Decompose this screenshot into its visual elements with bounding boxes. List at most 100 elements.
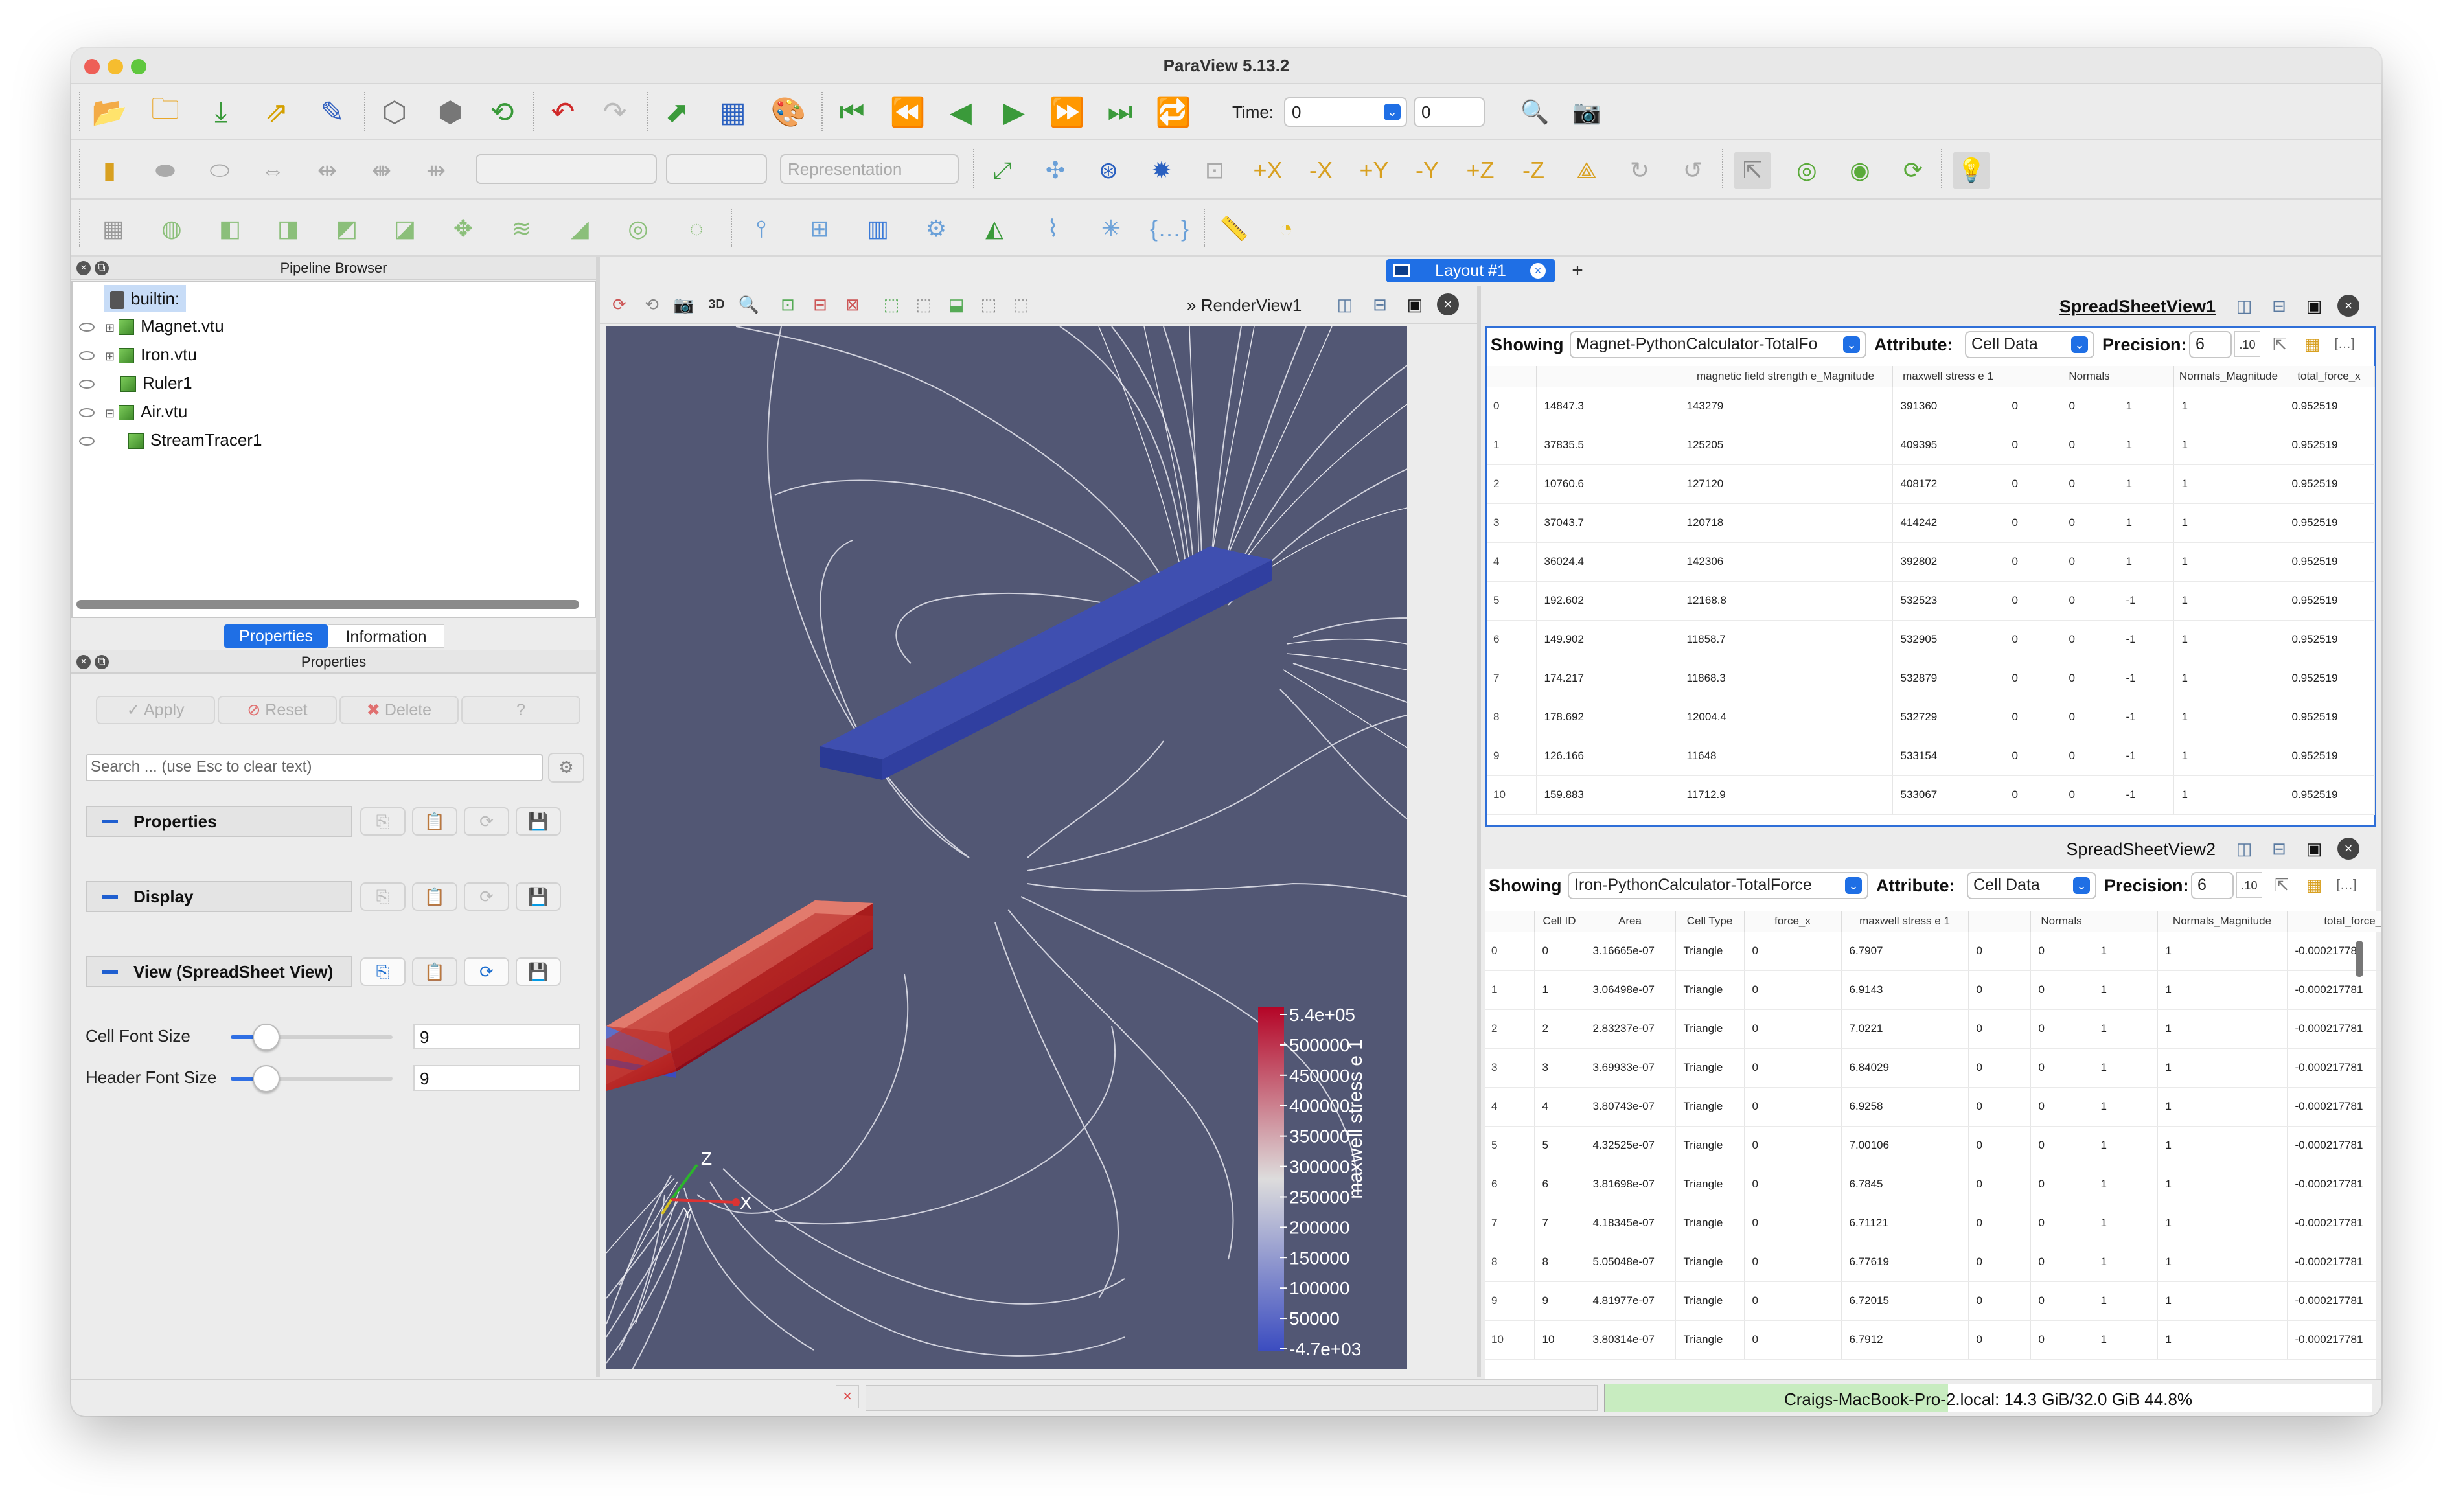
table-row[interactable]: 10 159.883 11712.9 533067 0 0 -1 1 0.952519	[1487, 775, 2375, 815]
restore-defaults-icon[interactable]: ⟳	[464, 882, 509, 911]
table-cell[interactable]: -1	[2118, 737, 2174, 776]
table-cell[interactable]: 0	[2004, 698, 2061, 737]
tab-information[interactable]: Information	[328, 624, 444, 648]
sheet1-attribute-combo[interactable]: Cell Data ⌄	[1965, 331, 2094, 358]
camera-reset-icon[interactable]: ⟲	[639, 292, 665, 317]
isometric-view-icon[interactable]: ⟁	[1568, 152, 1605, 189]
row-index-cell[interactable]: 10	[1487, 775, 1537, 815]
table-cell[interactable]: 6.84029	[1841, 1048, 1969, 1088]
split-horizontal-icon[interactable]: ◫	[2231, 836, 2257, 862]
table-cell[interactable]: 0.952519	[2284, 659, 2375, 698]
column-header[interactable]: maxwell stress e 1	[1892, 366, 2004, 387]
table-cell[interactable]: 3.81698e-07	[1585, 1165, 1676, 1204]
table-cell[interactable]: -0.000217781	[2287, 1009, 2381, 1049]
load-state-icon[interactable]: ⬢	[431, 93, 469, 131]
save-defaults-icon[interactable]: 💾	[516, 957, 561, 986]
column-header[interactable]: maxwell stress e 1	[1841, 911, 1969, 932]
table-cell[interactable]: 14847.3	[1536, 387, 1679, 426]
table-row[interactable]: 0 14847.3 143279 391360 0 0 1 1 0.952519	[1487, 387, 2375, 426]
row-index-cell[interactable]: 0	[1487, 387, 1537, 426]
column-header[interactable]	[2093, 911, 2158, 932]
row-index-cell[interactable]: 9	[1487, 737, 1537, 776]
table-cell[interactable]: 1	[2093, 1009, 2158, 1049]
table-cell[interactable]: 0.952519	[2284, 503, 2375, 543]
delete-button[interactable]: ✖ Delete	[339, 696, 459, 724]
restore-defaults-icon[interactable]: ⟳	[464, 957, 509, 986]
table-cell[interactable]: 174.217	[1536, 659, 1679, 698]
table-cell[interactable]: 1	[2173, 503, 2284, 543]
rescale-visible-icon[interactable]: ⇼	[363, 152, 400, 189]
table-cell[interactable]: 0	[2061, 426, 2118, 465]
column-header[interactable]: total_force_x	[2287, 911, 2381, 932]
row-index-cell[interactable]: 4	[1485, 1087, 1535, 1127]
table-cell[interactable]: 0	[1968, 932, 2031, 971]
show-selected-only-icon[interactable]: ⇱	[2267, 331, 2293, 357]
mesh-quality-icon[interactable]: ✳	[1092, 210, 1130, 247]
copy-properties-icon[interactable]: ⎘	[360, 882, 406, 911]
table-cell[interactable]: 5.05048e-07	[1585, 1243, 1676, 1282]
table-cell[interactable]: Triangle	[1675, 1243, 1745, 1282]
table-cell[interactable]: 1	[2157, 1126, 2288, 1165]
paste-properties-icon[interactable]: 📋	[412, 957, 457, 986]
table-cell[interactable]: 1	[2118, 426, 2174, 465]
play-icon[interactable]: ▶	[995, 93, 1033, 131]
save-state-icon[interactable]: ⬡	[376, 93, 413, 131]
table-cell[interactable]: 0	[1744, 1165, 1842, 1204]
table-cell[interactable]: Triangle	[1675, 1281, 1745, 1321]
table-cell[interactable]: 11712.9	[1679, 775, 1893, 815]
table-cell[interactable]: Triangle	[1675, 1165, 1745, 1204]
column-header[interactable]	[2118, 366, 2174, 387]
ruler-icon[interactable]: 📏	[1215, 210, 1253, 247]
table-cell[interactable]: 3.06498e-07	[1585, 970, 1676, 1010]
table-cell[interactable]: 0	[2030, 1009, 2093, 1049]
header-font-size-slider[interactable]	[253, 1065, 280, 1092]
table-row[interactable]: 6 149.902 11858.7 532905 0 0 -1 1 0.952519	[1487, 620, 2375, 659]
table-row[interactable]: 0 0 3.16665e-07 Triangle 0 6.7907 0 0 1 1 -0.00021…	[1485, 932, 2381, 971]
apply-button[interactable]: ✓ Apply	[96, 696, 215, 724]
close-view-icon[interactable]: ×	[2337, 295, 2359, 317]
row-index-cell[interactable]: 1	[1487, 426, 1537, 465]
rescale-icon[interactable]: ⬭	[201, 152, 238, 189]
pipeline-item-iron[interactable]: ⊞ Iron.vtu	[105, 341, 197, 368]
row-index-cell[interactable]: 3	[1485, 1048, 1535, 1088]
clip-icon[interactable]: ◧	[211, 210, 249, 247]
table-cell[interactable]: 6.72015	[1841, 1281, 1969, 1321]
auto-apply-icon[interactable]: ⟲	[483, 93, 521, 131]
table-cell[interactable]: 0	[2004, 542, 2061, 582]
table-cell[interactable]: -0.000217781	[2287, 970, 2381, 1010]
sheet2-attribute-combo[interactable]: Cell Data ⌄	[1967, 872, 2096, 899]
table-cell[interactable]: 0	[2061, 581, 2118, 621]
macro-icon[interactable]: ✎	[314, 93, 351, 131]
table-row[interactable]: 8 178.692 12004.4 532729 0 0 -1 1 0.952519	[1487, 698, 2375, 737]
table-row[interactable]: 5 5 4.32525e-07 Triangle 0 7.00106 0 0 1 1 -0.0002…	[1485, 1126, 2381, 1165]
light-kit-icon[interactable]: 💡	[1953, 152, 1990, 189]
table-cell[interactable]: 0	[2061, 503, 2118, 543]
fixed-representation-icon[interactable]: .10	[2234, 331, 2260, 357]
restore-defaults-icon[interactable]: ⟳	[464, 807, 509, 836]
properties-search-input[interactable]: Search ... (use Esc to clear text)	[86, 754, 543, 781]
table-cell[interactable]: 1	[2093, 1204, 2158, 1243]
table-cell[interactable]: 3	[1534, 1048, 1585, 1088]
table-cell[interactable]: 1	[2157, 1204, 2288, 1243]
first-frame-icon[interactable]: ⏮	[833, 93, 871, 131]
zoom-closest-icon[interactable]: ✹	[1143, 152, 1180, 189]
table-cell[interactable]: 0	[2061, 698, 2118, 737]
table-cell[interactable]: 142306	[1679, 542, 1893, 582]
table-cell[interactable]: 0	[2030, 1126, 2093, 1165]
clear-errors-icon[interactable]: ×	[836, 1385, 859, 1408]
section-properties[interactable]: Properties	[86, 806, 352, 837]
table-cell[interactable]: 1	[2173, 775, 2284, 815]
table-cell[interactable]: 149.902	[1536, 620, 1679, 659]
section-view[interactable]: View (SpreadSheet View)	[86, 956, 352, 987]
next-frame-icon[interactable]: ⏩	[1048, 93, 1086, 131]
table-cell[interactable]: -1	[2118, 620, 2174, 659]
table-cell[interactable]: -1	[2118, 659, 2174, 698]
table-cell[interactable]: 10760.6	[1536, 464, 1679, 504]
undo-icon[interactable]: ↶	[544, 93, 582, 131]
table-cell[interactable]: 1	[1534, 970, 1585, 1010]
help-button[interactable]: ?	[461, 696, 580, 724]
column-header[interactable]: Cell Type	[1675, 911, 1745, 932]
contour-icon[interactable]: ◍	[153, 210, 190, 247]
toggle-3d-button[interactable]: 3D	[704, 292, 729, 317]
table-cell[interactable]: 1	[2173, 659, 2284, 698]
